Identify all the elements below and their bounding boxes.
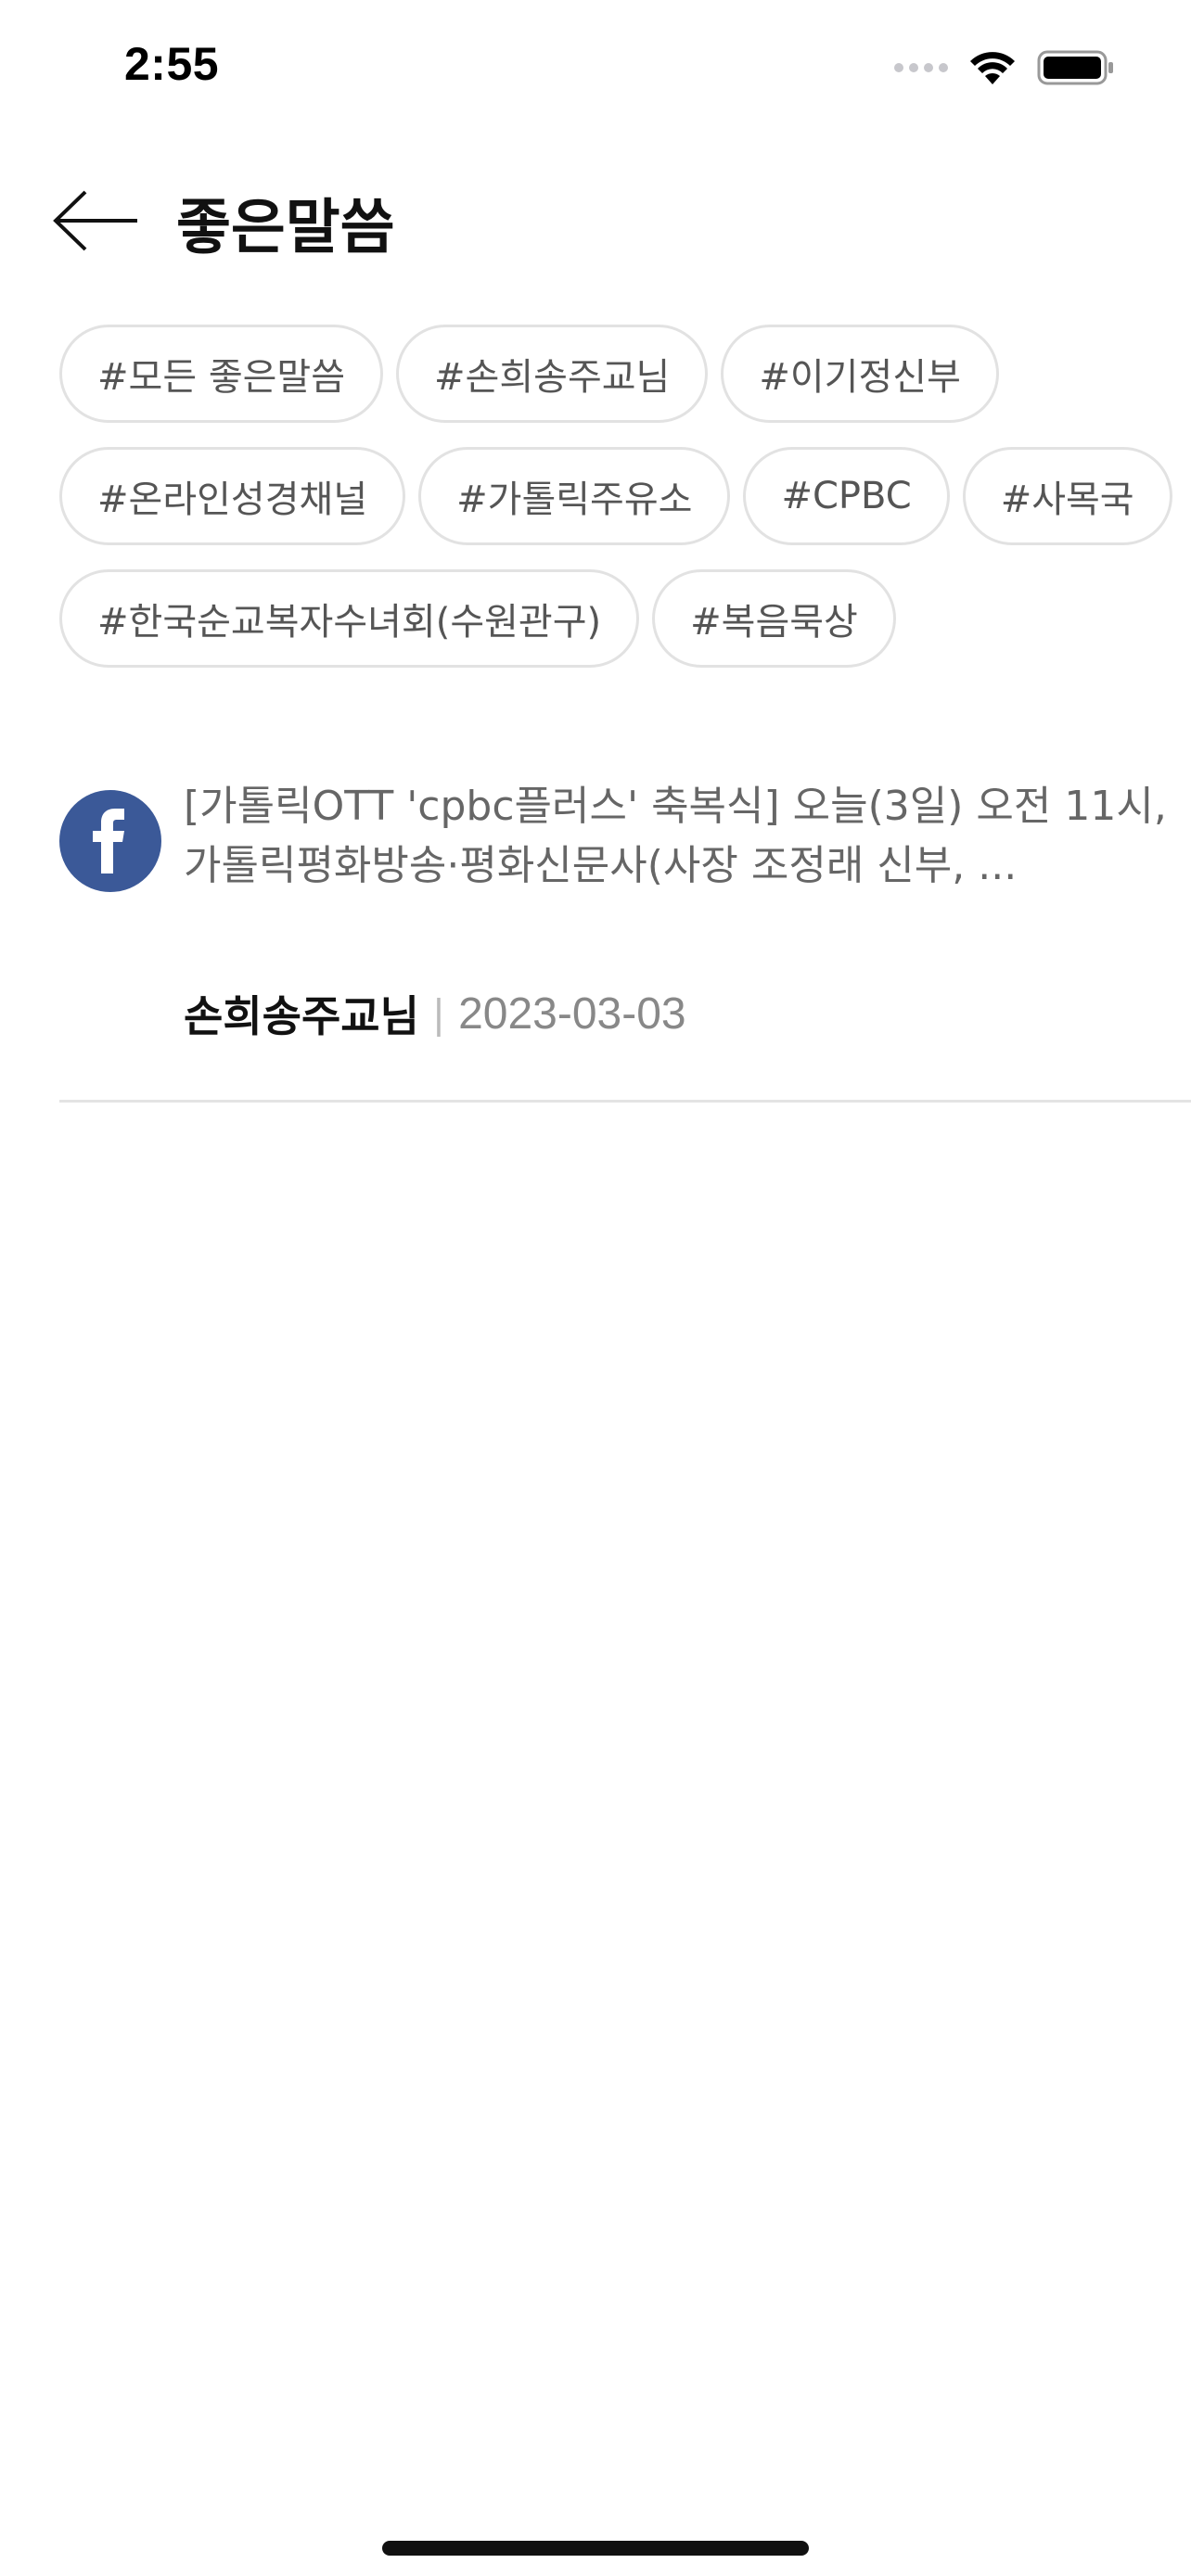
tag-chip[interactable]: #손희송주교님 <box>396 325 709 423</box>
tag-chip[interactable]: #CPBC <box>743 447 950 545</box>
cellular-signal-icon <box>894 63 948 72</box>
tag-chip[interactable]: #모든 좋은말씀 <box>59 325 384 423</box>
post-item[interactable]: [가톨릭OTT 'cpbc플러스' 축복식] 오늘(3일) 오전 11시, 가톨… <box>59 770 1191 1103</box>
back-button[interactable] <box>52 184 154 258</box>
status-icons <box>894 45 1115 91</box>
home-indicator <box>382 2541 809 2556</box>
tag-chip[interactable]: #이기정신부 <box>721 325 999 423</box>
tag-chip[interactable]: #온라인성경채널 <box>59 447 406 545</box>
page-title: 좋은말씀 <box>176 193 395 262</box>
meta-separator: | <box>431 990 446 1037</box>
facebook-icon <box>59 790 161 892</box>
wifi-icon <box>970 52 1015 84</box>
status-bar: 2:55 <box>0 0 1191 139</box>
header: 좋은말씀 <box>0 139 1191 306</box>
post-date: 2023-03-03 <box>458 988 686 1039</box>
post-author: 손희송주교님 <box>184 991 419 1041</box>
tag-filter-list: #모든 좋은말씀 #손희송주교님 #이기정신부 #온라인성경채널 #가톨릭주유소… <box>59 325 1172 668</box>
status-time: 2:55 <box>124 38 220 90</box>
tag-chip[interactable]: #한국순교복자수녀회(수원관구) <box>59 569 640 668</box>
post-list: [가톨릭OTT 'cpbc플러스' 축복식] 오늘(3일) 오전 11시, 가톨… <box>59 770 1191 1103</box>
post-excerpt: [가톨릭OTT 'cpbc플러스' 축복식] 오늘(3일) 오전 11시, 가톨… <box>184 783 1167 889</box>
battery-icon <box>1037 50 1113 85</box>
tag-chip[interactable]: #사목국 <box>962 447 1172 545</box>
tag-chip[interactable]: #복음묵상 <box>652 569 896 668</box>
tag-chip[interactable]: #가톨릭주유소 <box>418 447 731 545</box>
arrow-left-icon <box>53 190 137 251</box>
post-meta: 손희송주교님 | 2023-03-03 <box>184 983 686 1044</box>
